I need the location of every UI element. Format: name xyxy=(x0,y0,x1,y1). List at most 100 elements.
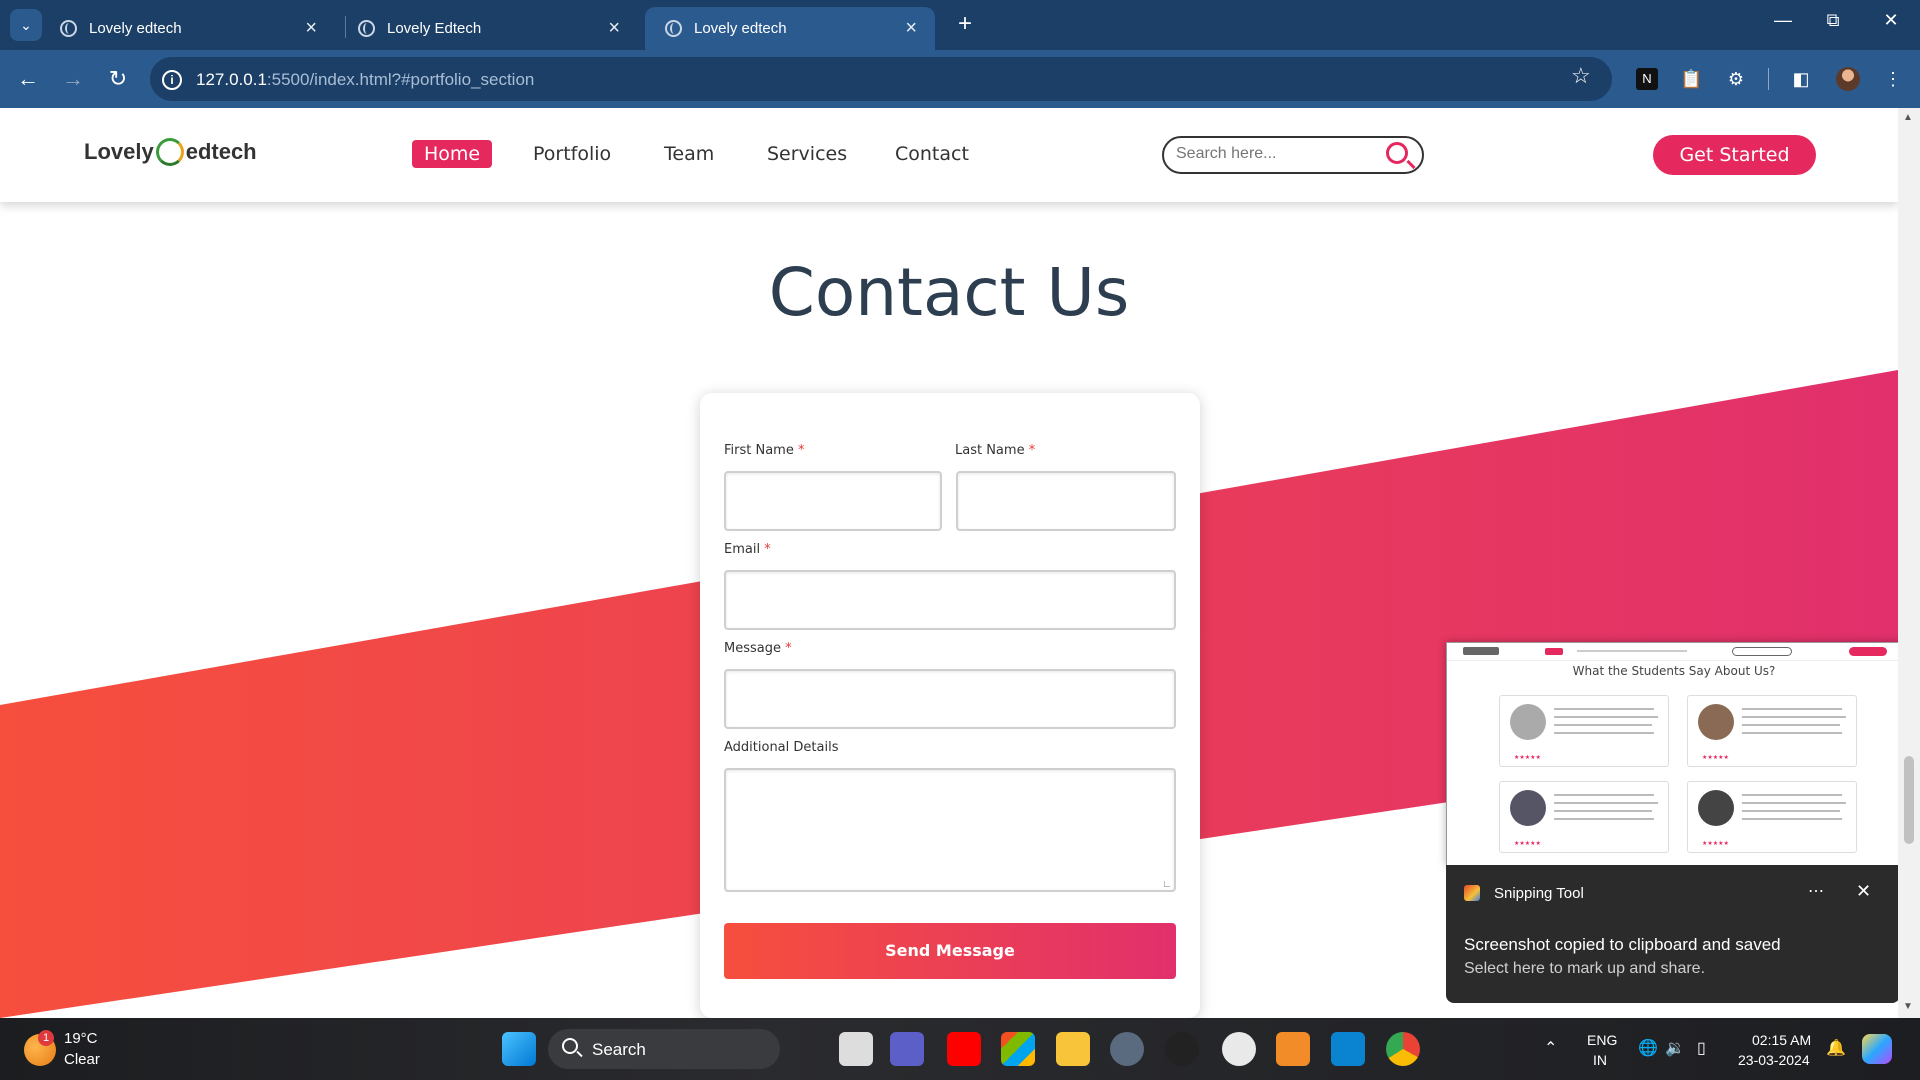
first-name-field[interactable] xyxy=(724,471,942,531)
reviewer-avatar xyxy=(1698,704,1734,740)
search-icon xyxy=(562,1038,578,1054)
weather-temperature[interactable]: 19°C xyxy=(64,1030,98,1047)
close-icon[interactable]: × xyxy=(305,17,317,40)
youtube-icon[interactable] xyxy=(947,1032,981,1066)
extension-icon[interactable]: N xyxy=(1636,68,1658,90)
search-icon[interactable] xyxy=(1386,142,1408,164)
additional-details-textarea[interactable]: ∟ xyxy=(724,768,1176,892)
teams-icon[interactable] xyxy=(890,1032,924,1066)
nav-portfolio[interactable]: Portfolio xyxy=(521,140,623,168)
notification-bell-icon[interactable]: 🔔 xyxy=(1826,1038,1846,1058)
close-icon[interactable]: ✕ xyxy=(1856,881,1871,902)
email-field[interactable] xyxy=(724,570,1176,630)
tab-title: Lovely Edtech xyxy=(387,20,482,37)
language-region[interactable]: IN xyxy=(1593,1052,1607,1068)
settings-gear-icon[interactable] xyxy=(1110,1032,1144,1066)
last-name-field[interactable] xyxy=(956,471,1176,531)
browser-tab-1[interactable]: Lovely edtech × xyxy=(40,7,335,50)
language-indicator[interactable]: ENG xyxy=(1587,1032,1617,1048)
nav-home[interactable]: Home xyxy=(412,140,493,168)
scrollbar-thumb[interactable] xyxy=(1904,756,1914,844)
url-text[interactable]: 127.0.0.1:5500/index.html?#portfolio_sec… xyxy=(196,70,534,90)
site-info-icon[interactable]: i xyxy=(162,70,182,90)
message-field[interactable] xyxy=(724,669,1176,729)
microsoft-store-icon[interactable] xyxy=(1001,1032,1035,1066)
mini-header xyxy=(1447,643,1898,661)
snipping-tool-notification[interactable]: Snipping Tool ⋯ ✕ Screenshot copied to c… xyxy=(1446,865,1898,1003)
nav-services[interactable]: Services xyxy=(755,140,859,168)
back-icon[interactable]: ← xyxy=(15,66,41,92)
mini-review-card: ★★★★★ xyxy=(1499,695,1669,767)
taskbar-search[interactable]: Search xyxy=(548,1029,780,1069)
snip-preview-thumbnail[interactable]: What the Students Say About Us? ★★★★★ ★★… xyxy=(1446,642,1898,866)
scroll-up-icon[interactable]: ▲ xyxy=(1903,112,1913,123)
notification-message: Screenshot copied to clipboard and saved xyxy=(1464,935,1781,954)
vscode-icon[interactable] xyxy=(1331,1032,1365,1066)
side-panel-icon[interactable]: ◧ xyxy=(1790,68,1812,90)
more-options-icon[interactable]: ⋯ xyxy=(1808,881,1824,901)
contact-form-card: First Name * Last Name * Email * Message… xyxy=(700,393,1200,1018)
mini-review-card: ★★★★★ xyxy=(1687,695,1857,767)
last-name-label: Last Name * xyxy=(955,443,1036,458)
windows-start-icon[interactable] xyxy=(502,1032,536,1066)
mini-nav xyxy=(1577,650,1687,652)
rating-stars-icon: ★★★★★ xyxy=(1514,841,1541,847)
resize-handle-icon[interactable]: ∟ xyxy=(1162,879,1172,890)
reload-icon[interactable]: ↻ xyxy=(105,66,131,92)
profile-avatar[interactable] xyxy=(1836,67,1860,91)
minimize-icon[interactable]: — xyxy=(1760,10,1806,31)
restore-icon[interactable]: ⧉ xyxy=(1810,10,1856,31)
rating-stars-icon: ★★★★★ xyxy=(1514,755,1541,761)
site-logo[interactable]: Lovely edtech xyxy=(84,138,257,166)
notification-app-name: Snipping Tool xyxy=(1494,885,1584,902)
page-title: Contact Us xyxy=(768,254,1130,331)
tab-search-button[interactable]: ⌄ xyxy=(10,9,42,41)
menu-kebab-icon[interactable]: ⋮ xyxy=(1882,68,1904,90)
volume-icon[interactable]: 🔉 xyxy=(1665,1038,1685,1058)
snipping-tool-icon xyxy=(1464,885,1480,901)
rating-stars-icon: ★★★★★ xyxy=(1702,755,1729,761)
scroll-down-icon[interactable]: ▼ xyxy=(1903,1001,1913,1012)
window-close-icon[interactable]: ✕ xyxy=(1868,10,1914,31)
browser-tab-strip: ⌄ Lovely edtech × Lovely Edtech × Lovely… xyxy=(0,0,1920,50)
app-icon[interactable] xyxy=(1165,1032,1199,1066)
clipboard-extension-icon[interactable]: 📋 xyxy=(1680,68,1702,90)
puzzle-extensions-icon[interactable]: ⚙ xyxy=(1725,68,1747,90)
mini-search xyxy=(1732,647,1792,656)
site-header: Lovely edtech Home Portfolio Team Servic… xyxy=(0,108,1898,202)
new-tab-button[interactable]: + xyxy=(950,10,980,38)
site-search-input[interactable] xyxy=(1176,145,1376,163)
reviewer-avatar xyxy=(1510,790,1546,826)
get-started-button[interactable]: Get Started xyxy=(1653,135,1816,175)
send-message-button[interactable]: Send Message xyxy=(724,923,1176,979)
nav-team[interactable]: Team xyxy=(652,140,726,168)
file-explorer-icon[interactable] xyxy=(1056,1032,1090,1066)
clock-date[interactable]: 23-03-2024 xyxy=(1738,1052,1810,1068)
close-icon[interactable]: × xyxy=(608,17,620,40)
browser-tab-2[interactable]: Lovely Edtech × xyxy=(338,7,638,50)
clock-time[interactable]: 02:15 AM xyxy=(1752,1032,1811,1048)
task-view-icon[interactable] xyxy=(839,1032,873,1066)
chrome-icon[interactable] xyxy=(1386,1032,1420,1066)
browser-tab-3[interactable]: Lovely edtech × xyxy=(645,7,935,50)
preview-heading: What the Students Say About Us? xyxy=(1572,664,1776,678)
reviewer-avatar xyxy=(1510,704,1546,740)
weather-condition[interactable]: Clear xyxy=(64,1051,100,1068)
nav-contact[interactable]: Contact xyxy=(883,140,981,168)
battery-icon[interactable]: ▯ xyxy=(1697,1038,1706,1058)
bookmark-star-icon[interactable]: ☆ xyxy=(1571,63,1591,89)
browser-toolbar: ← → ↻ i 127.0.0.1:5500/index.html?#portf… xyxy=(0,50,1920,108)
tab-title: Lovely edtech xyxy=(89,20,182,37)
wordpress-icon[interactable] xyxy=(1222,1032,1256,1066)
network-globe-icon[interactable]: 🌐 xyxy=(1638,1038,1658,1058)
taskbar-search-label: Search xyxy=(592,1040,646,1059)
forward-icon[interactable]: → xyxy=(60,66,86,92)
copilot-icon[interactable] xyxy=(1862,1034,1892,1064)
page-scrollbar[interactable]: ▲ ▼ xyxy=(1898,108,1920,1018)
email-label: Email * xyxy=(724,542,771,557)
logo-text-left: Lovely xyxy=(84,139,154,164)
show-hidden-icons-chevron-icon[interactable]: ⌃ xyxy=(1544,1038,1557,1058)
app-icon[interactable] xyxy=(1276,1032,1310,1066)
reviewer-avatar xyxy=(1698,790,1734,826)
close-icon[interactable]: × xyxy=(905,17,917,40)
